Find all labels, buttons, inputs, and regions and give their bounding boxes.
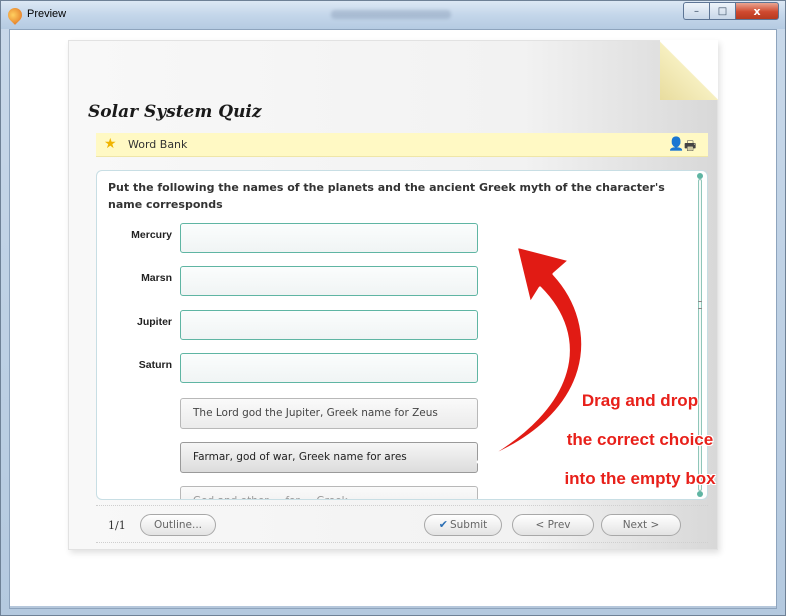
- window-controls: – □ x: [683, 2, 779, 20]
- preview-app-icon: [5, 5, 25, 25]
- page-counter: 1/1: [108, 519, 126, 532]
- window-title: Preview: [27, 8, 67, 20]
- choice-item[interactable]: The Lord god the Jupiter, Greek name for…: [180, 398, 478, 429]
- checkmark-icon: ✔: [438, 518, 448, 531]
- blurred-window-caption: [331, 10, 451, 19]
- word-bank-bar[interactable]: ★ Word Bank 👤 🖶: [96, 133, 708, 157]
- annotation-line: into the empty box: [564, 469, 716, 488]
- star-icon: ★: [104, 136, 117, 152]
- title-bar[interactable]: Preview – □ x: [1, 1, 785, 29]
- person-icon[interactable]: 👤: [668, 137, 684, 152]
- client-bottom-border: [10, 606, 776, 608]
- drop-box-mars[interactable]: [180, 266, 478, 296]
- word-bank-label: Word Bank: [128, 138, 188, 151]
- annotation-line: Drag and drop: [581, 391, 699, 410]
- minimize-button[interactable]: –: [683, 2, 709, 20]
- drop-box-saturn[interactable]: [180, 353, 478, 383]
- row-label-jupiter: Jupiter: [136, 316, 172, 328]
- maximize-icon: □: [717, 5, 728, 17]
- minimize-icon: –: [694, 5, 699, 17]
- page-curl: [660, 40, 718, 100]
- annotation-line: the correct choice: [566, 430, 714, 449]
- scroll-down-icon[interactable]: [697, 491, 703, 497]
- next-button[interactable]: Next >: [601, 514, 681, 536]
- choice-item[interactable]: God and other ... for ... Greek ...: [180, 486, 478, 499]
- printer-icon[interactable]: 🖶: [684, 137, 696, 159]
- prev-button[interactable]: < Prev: [512, 514, 594, 536]
- close-icon: x: [753, 4, 761, 18]
- row-label-mars: Marsn: [141, 272, 172, 284]
- outline-button[interactable]: Outline...: [140, 514, 216, 536]
- drop-box-mercury[interactable]: [180, 223, 478, 253]
- choice-item[interactable]: Farmar, god of war, Greek name for ares: [180, 442, 478, 473]
- quiz-footer: 1/1 Outline... ✔ Submit < Prev Next >: [96, 505, 708, 543]
- submit-button[interactable]: ✔ Submit: [424, 514, 502, 536]
- next-button-label: Next >: [622, 519, 660, 531]
- row-label-saturn: Saturn: [138, 359, 172, 371]
- question-panel: Put the following the names of the plane…: [96, 170, 708, 500]
- close-button[interactable]: x: [735, 2, 779, 20]
- outline-button-label: Outline...: [154, 519, 202, 531]
- row-label-mercury: Mercury: [131, 229, 172, 241]
- scroll-grip-icon[interactable]: [698, 301, 702, 309]
- question-text: Put the following the names of the plane…: [108, 181, 665, 211]
- maximize-button[interactable]: □: [709, 2, 735, 20]
- quiz-title: Solar System Quiz: [88, 102, 262, 122]
- submit-button-label: Submit: [449, 519, 488, 531]
- prev-button-label: < Prev: [535, 519, 571, 531]
- drop-box-jupiter[interactable]: [180, 310, 478, 340]
